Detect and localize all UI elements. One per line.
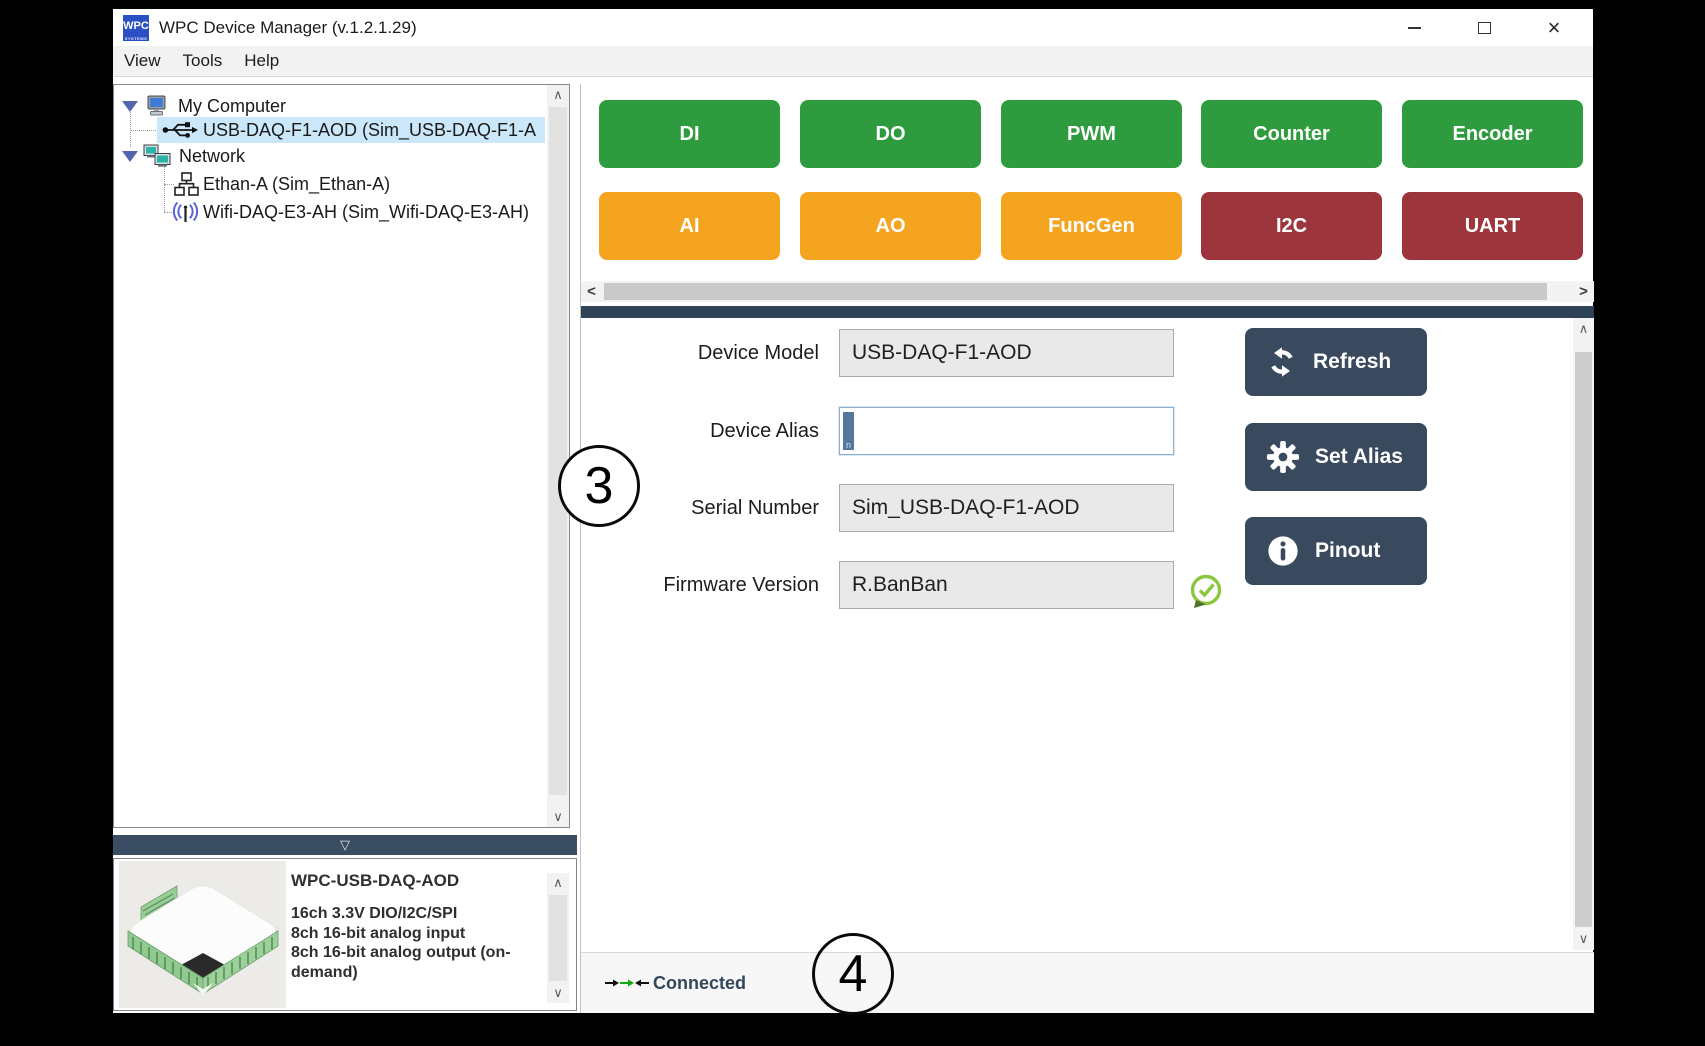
firmware-version-row: Firmware Version bbox=[581, 561, 1241, 611]
firmware-version-field[interactable] bbox=[839, 561, 1174, 609]
ao-button[interactable]: AO bbox=[800, 192, 981, 260]
di-button[interactable]: DI bbox=[599, 100, 780, 168]
app-logo-subtext: SYSTEMS bbox=[123, 37, 149, 41]
device-model-field[interactable] bbox=[839, 329, 1174, 377]
spec-line: 16ch 3.3V DIO/I2C/SPI bbox=[291, 904, 557, 924]
refresh-button[interactable]: Refresh bbox=[1245, 328, 1427, 396]
scroll-right-icon[interactable]: > bbox=[1573, 281, 1594, 302]
vertical-scrollbar-thumb[interactable] bbox=[1575, 352, 1592, 927]
minimize-button[interactable] bbox=[1391, 9, 1437, 46]
app-window: WPC SYSTEMS WPC Device Manager (v.1.2.1.… bbox=[113, 9, 1593, 1013]
tree-item-label: Ethan-A (Sim_Ethan-A) bbox=[203, 171, 390, 197]
status-bar: Connected bbox=[581, 952, 1594, 1013]
close-icon: × bbox=[1548, 9, 1561, 46]
scroll-down-icon[interactable]: ∨ bbox=[547, 983, 569, 1003]
title-bar: WPC SYSTEMS WPC Device Manager (v.1.2.1.… bbox=[113, 9, 1593, 46]
scroll-down-icon[interactable]: ∨ bbox=[547, 807, 569, 827]
minimize-icon bbox=[1408, 27, 1421, 29]
app-logo-text: WPC bbox=[123, 20, 149, 32]
connection-status-text: Connected bbox=[653, 953, 746, 1014]
wifi-icon bbox=[171, 201, 200, 223]
device-info-name: WPC-USB-DAQ-AOD bbox=[291, 871, 459, 891]
menu-tools[interactable]: Tools bbox=[172, 46, 234, 76]
tree-item-label: USB-DAQ-F1-AOD (Sim_USB-DAQ-F1-A bbox=[203, 117, 536, 143]
pinout-label: Pinout bbox=[1315, 539, 1380, 563]
refresh-icon bbox=[1266, 346, 1298, 378]
tree-item-label: Network bbox=[179, 143, 245, 169]
computer-icon bbox=[145, 95, 168, 117]
tree-item-wifi[interactable]: Wifi-DAQ-E3-AH (Sim_Wifi-DAQ-E3-AH) bbox=[114, 199, 545, 225]
serial-number-row: Serial Number bbox=[581, 484, 1241, 534]
pwm-button[interactable]: PWM bbox=[1001, 100, 1182, 168]
pinout-button[interactable]: Pinout bbox=[1245, 517, 1427, 585]
panel-splitter[interactable]: ▽ bbox=[113, 835, 577, 855]
serial-number-field[interactable] bbox=[839, 484, 1174, 532]
tree-item-my-computer[interactable]: My Computer bbox=[114, 93, 545, 119]
menu-view[interactable]: View bbox=[113, 46, 172, 76]
ethernet-icon bbox=[174, 172, 199, 196]
section-divider bbox=[581, 306, 1594, 318]
usb-icon bbox=[162, 121, 199, 139]
gear-icon bbox=[1266, 440, 1300, 474]
scroll-left-icon[interactable]: < bbox=[581, 281, 602, 302]
menu-bar: View Tools Help bbox=[113, 46, 1593, 77]
tree-item-label: Wifi-DAQ-E3-AH (Sim_Wifi-DAQ-E3-AH) bbox=[203, 199, 529, 225]
spec-line: 8ch 16-bit analog output (on-demand) bbox=[291, 943, 557, 982]
spec-line: 8ch 16-bit analog input bbox=[291, 924, 557, 944]
device-info-scrollbar-thumb[interactable] bbox=[549, 895, 567, 981]
firmware-version-label: Firmware Version bbox=[601, 561, 819, 609]
device-alias-label: Device Alias bbox=[601, 407, 819, 455]
scroll-up-icon[interactable]: ∧ bbox=[547, 85, 569, 105]
tree-item-usb-daq[interactable]: USB-DAQ-F1-AOD (Sim_USB-DAQ-F1-A bbox=[114, 117, 545, 143]
close-button[interactable]: × bbox=[1531, 9, 1577, 46]
annotation-circle-3: 3 bbox=[558, 445, 640, 527]
info-icon bbox=[1266, 534, 1300, 568]
device-info-specs: 16ch 3.3V DIO/I2C/SPI 8ch 16-bit analog … bbox=[291, 904, 557, 982]
tree-scrollbar[interactable]: ∧ ∨ bbox=[547, 85, 569, 827]
encoder-button[interactable]: Encoder bbox=[1402, 100, 1583, 168]
ai-button[interactable]: AI bbox=[599, 192, 780, 260]
splitter-collapse-icon[interactable]: ▽ bbox=[340, 837, 350, 852]
scroll-down-icon[interactable]: ∨ bbox=[1573, 928, 1594, 950]
annotation-circle-4: 4 bbox=[812, 933, 894, 1015]
set-alias-label: Set Alias bbox=[1315, 445, 1403, 469]
network-icon bbox=[142, 144, 173, 168]
refresh-label: Refresh bbox=[1313, 350, 1391, 374]
device-info-scrollbar[interactable]: ∧ ∨ bbox=[547, 873, 569, 1003]
uart-button[interactable]: UART bbox=[1402, 192, 1583, 260]
scroll-up-icon[interactable]: ∧ bbox=[547, 873, 569, 893]
device-model-label: Device Model bbox=[601, 329, 819, 377]
device-alias-row: Device Alias n bbox=[581, 407, 1241, 457]
funcgen-button[interactable]: FuncGen bbox=[1001, 192, 1182, 260]
maximize-icon bbox=[1478, 22, 1491, 34]
set-alias-button[interactable]: Set Alias bbox=[1245, 423, 1427, 491]
device-tree-panel: My Computer USB-DAQ-F1-AOD (Sim_USB-DAQ-… bbox=[113, 84, 570, 828]
scroll-up-icon[interactable]: ∧ bbox=[1573, 318, 1594, 340]
tree-item-network[interactable]: Network bbox=[114, 143, 545, 169]
horizontal-scrollbar-thumb[interactable] bbox=[604, 283, 1547, 300]
maximize-button[interactable] bbox=[1461, 9, 1507, 46]
screenshot-background: WPC SYSTEMS WPC Device Manager (v.1.2.1.… bbox=[0, 0, 1705, 1046]
expander-down-icon[interactable] bbox=[122, 101, 138, 112]
tree-item-ethernet[interactable]: Ethan-A (Sim_Ethan-A) bbox=[114, 171, 545, 197]
menu-help[interactable]: Help bbox=[233, 46, 290, 76]
do-button[interactable]: DO bbox=[800, 100, 981, 168]
i2c-button[interactable]: I2C bbox=[1201, 192, 1382, 260]
counter-button[interactable]: Counter bbox=[1201, 100, 1382, 168]
horizontal-scrollbar[interactable]: < > bbox=[581, 281, 1594, 302]
device-info-panel: WPC-USB-DAQ-AOD 16ch 3.3V DIO/I2C/SPI 8c… bbox=[113, 858, 577, 1011]
vertical-scrollbar[interactable]: ∧ ∨ bbox=[1573, 318, 1594, 950]
main-panel: DI DO PWM Counter Encoder AI AO FuncGen … bbox=[580, 84, 1593, 1013]
device-photo bbox=[119, 861, 286, 1008]
window-title: WPC Device Manager (v.1.2.1.29) bbox=[159, 9, 417, 46]
tree-item-label: My Computer bbox=[178, 93, 286, 119]
device-model-row: Device Model bbox=[581, 329, 1241, 379]
connection-status-icon bbox=[605, 976, 649, 990]
app-logo-icon: WPC SYSTEMS bbox=[123, 15, 149, 41]
tree-scrollbar-thumb[interactable] bbox=[549, 107, 567, 795]
device-alias-input[interactable] bbox=[839, 407, 1174, 455]
expander-down-icon[interactable] bbox=[122, 151, 138, 162]
firmware-ok-check-icon bbox=[1186, 573, 1226, 613]
text-cursor: n bbox=[843, 412, 854, 450]
